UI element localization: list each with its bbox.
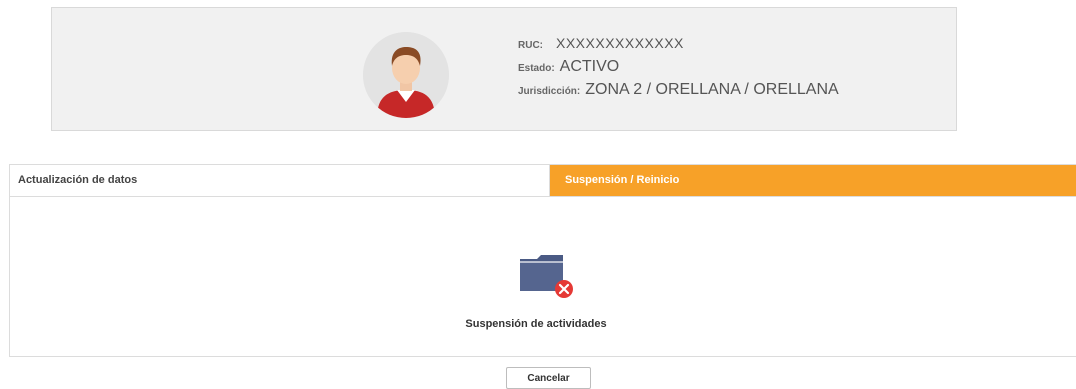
tab-actualizacion-datos[interactable]: Actualización de datos bbox=[10, 165, 550, 196]
taxpayer-info: RUC: XXXXXXXXXXXXX Estado: ACTIVO Jurisd… bbox=[518, 35, 839, 104]
tab-suspension-reinicio[interactable]: Suspensión / Reinicio bbox=[550, 165, 1076, 196]
ruc-value: XXXXXXXXXXXXX bbox=[556, 35, 684, 51]
jurisdiccion-label: Jurisdicción: bbox=[518, 86, 581, 97]
estado-row: Estado: ACTIVO bbox=[518, 58, 839, 81]
jurisdiccion-value: ZONA 2 / ORELLANA / ORELLANA bbox=[585, 81, 839, 98]
tab-content: Suspensión de actividades bbox=[10, 197, 1076, 357]
user-avatar-icon bbox=[363, 32, 449, 118]
suspension-actividades-label[interactable]: Suspensión de actividades bbox=[10, 318, 1076, 330]
jurisdiccion-row: Jurisdicción: ZONA 2 / ORELLANA / ORELLA… bbox=[518, 81, 839, 104]
cancel-button[interactable]: Cancelar bbox=[506, 367, 591, 389]
tab-bar: Actualización de datos Suspensión / Rein… bbox=[10, 165, 1076, 197]
estado-value: ACTIVO bbox=[559, 58, 620, 75]
folder-remove-icon[interactable] bbox=[517, 251, 577, 301]
taxpayer-profile-card: RUC: XXXXXXXXXXXXX Estado: ACTIVO Jurisd… bbox=[51, 7, 957, 131]
options-tabs-panel: Actualización de datos Suspensión / Rein… bbox=[9, 164, 1076, 357]
ruc-label: RUC: bbox=[518, 40, 543, 51]
ruc-row: RUC: XXXXXXXXXXXXX bbox=[518, 35, 839, 58]
estado-label: Estado: bbox=[518, 63, 555, 74]
